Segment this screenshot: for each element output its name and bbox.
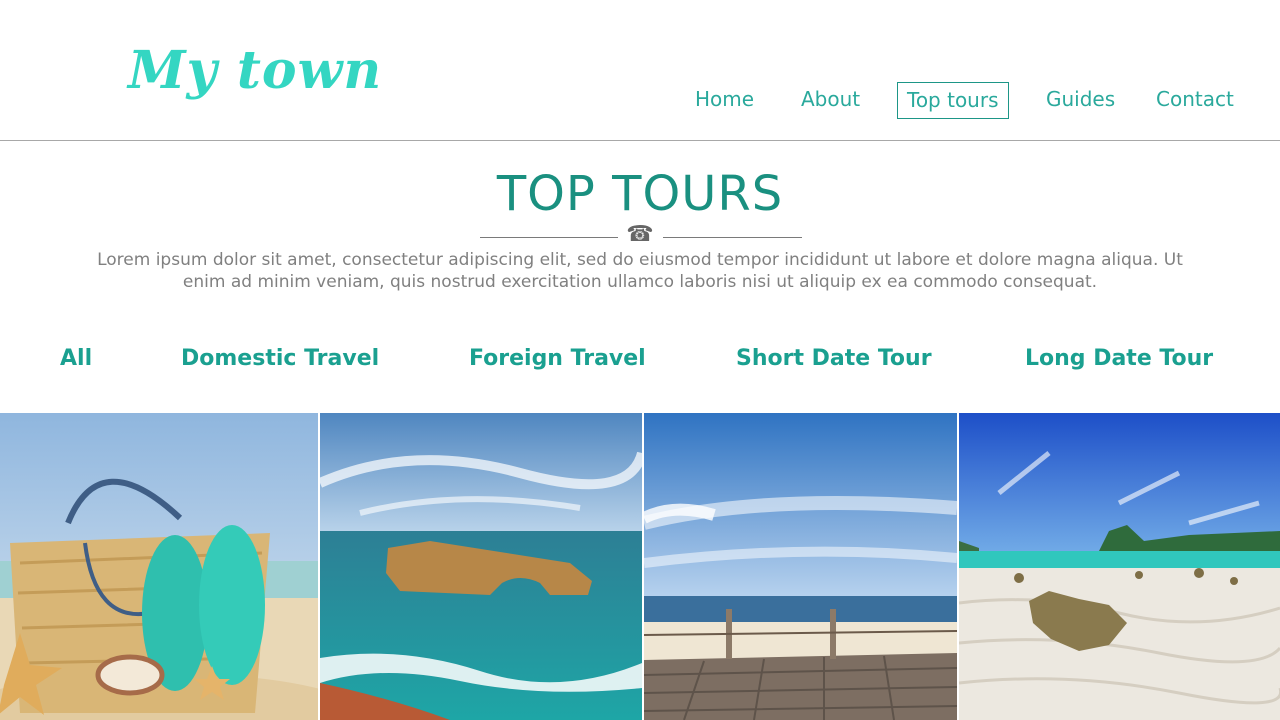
nav-home[interactable]: Home — [695, 82, 754, 119]
phone-icon: ☎ — [626, 222, 654, 247]
nav-about[interactable]: About — [801, 82, 860, 119]
nav-top-tours[interactable]: Top tours — [897, 82, 1009, 119]
tour-photo-boardwalk[interactable] — [644, 413, 957, 720]
tour-photo-tropical-beach[interactable] — [959, 413, 1280, 720]
filter-bar: All Domestic Travel Foreign Travel Short… — [0, 346, 1280, 378]
filter-all[interactable]: All — [60, 346, 92, 371]
title-rule-right — [663, 237, 802, 238]
main-nav: Home About Top tours Guides Contact — [0, 82, 1280, 120]
tour-photo-sea-arch[interactable] — [320, 413, 642, 720]
section-intro: Lorem ipsum dolor sit amet, consectetur … — [97, 250, 1183, 292]
header-divider — [0, 140, 1280, 141]
nav-contact[interactable]: Contact — [1156, 82, 1234, 119]
nav-guides[interactable]: Guides — [1046, 82, 1115, 119]
filter-domestic-travel[interactable]: Domestic Travel — [181, 346, 379, 371]
page-title: TOP TOURS — [496, 166, 784, 222]
filter-short-date-tour[interactable]: Short Date Tour — [736, 346, 932, 371]
filter-foreign-travel[interactable]: Foreign Travel — [469, 346, 646, 371]
filter-long-date-tour[interactable]: Long Date Tour — [1025, 346, 1213, 371]
tour-gallery — [0, 413, 1280, 720]
tour-photo-beach-bag[interactable] — [0, 413, 318, 720]
title-rule-left — [480, 237, 618, 238]
